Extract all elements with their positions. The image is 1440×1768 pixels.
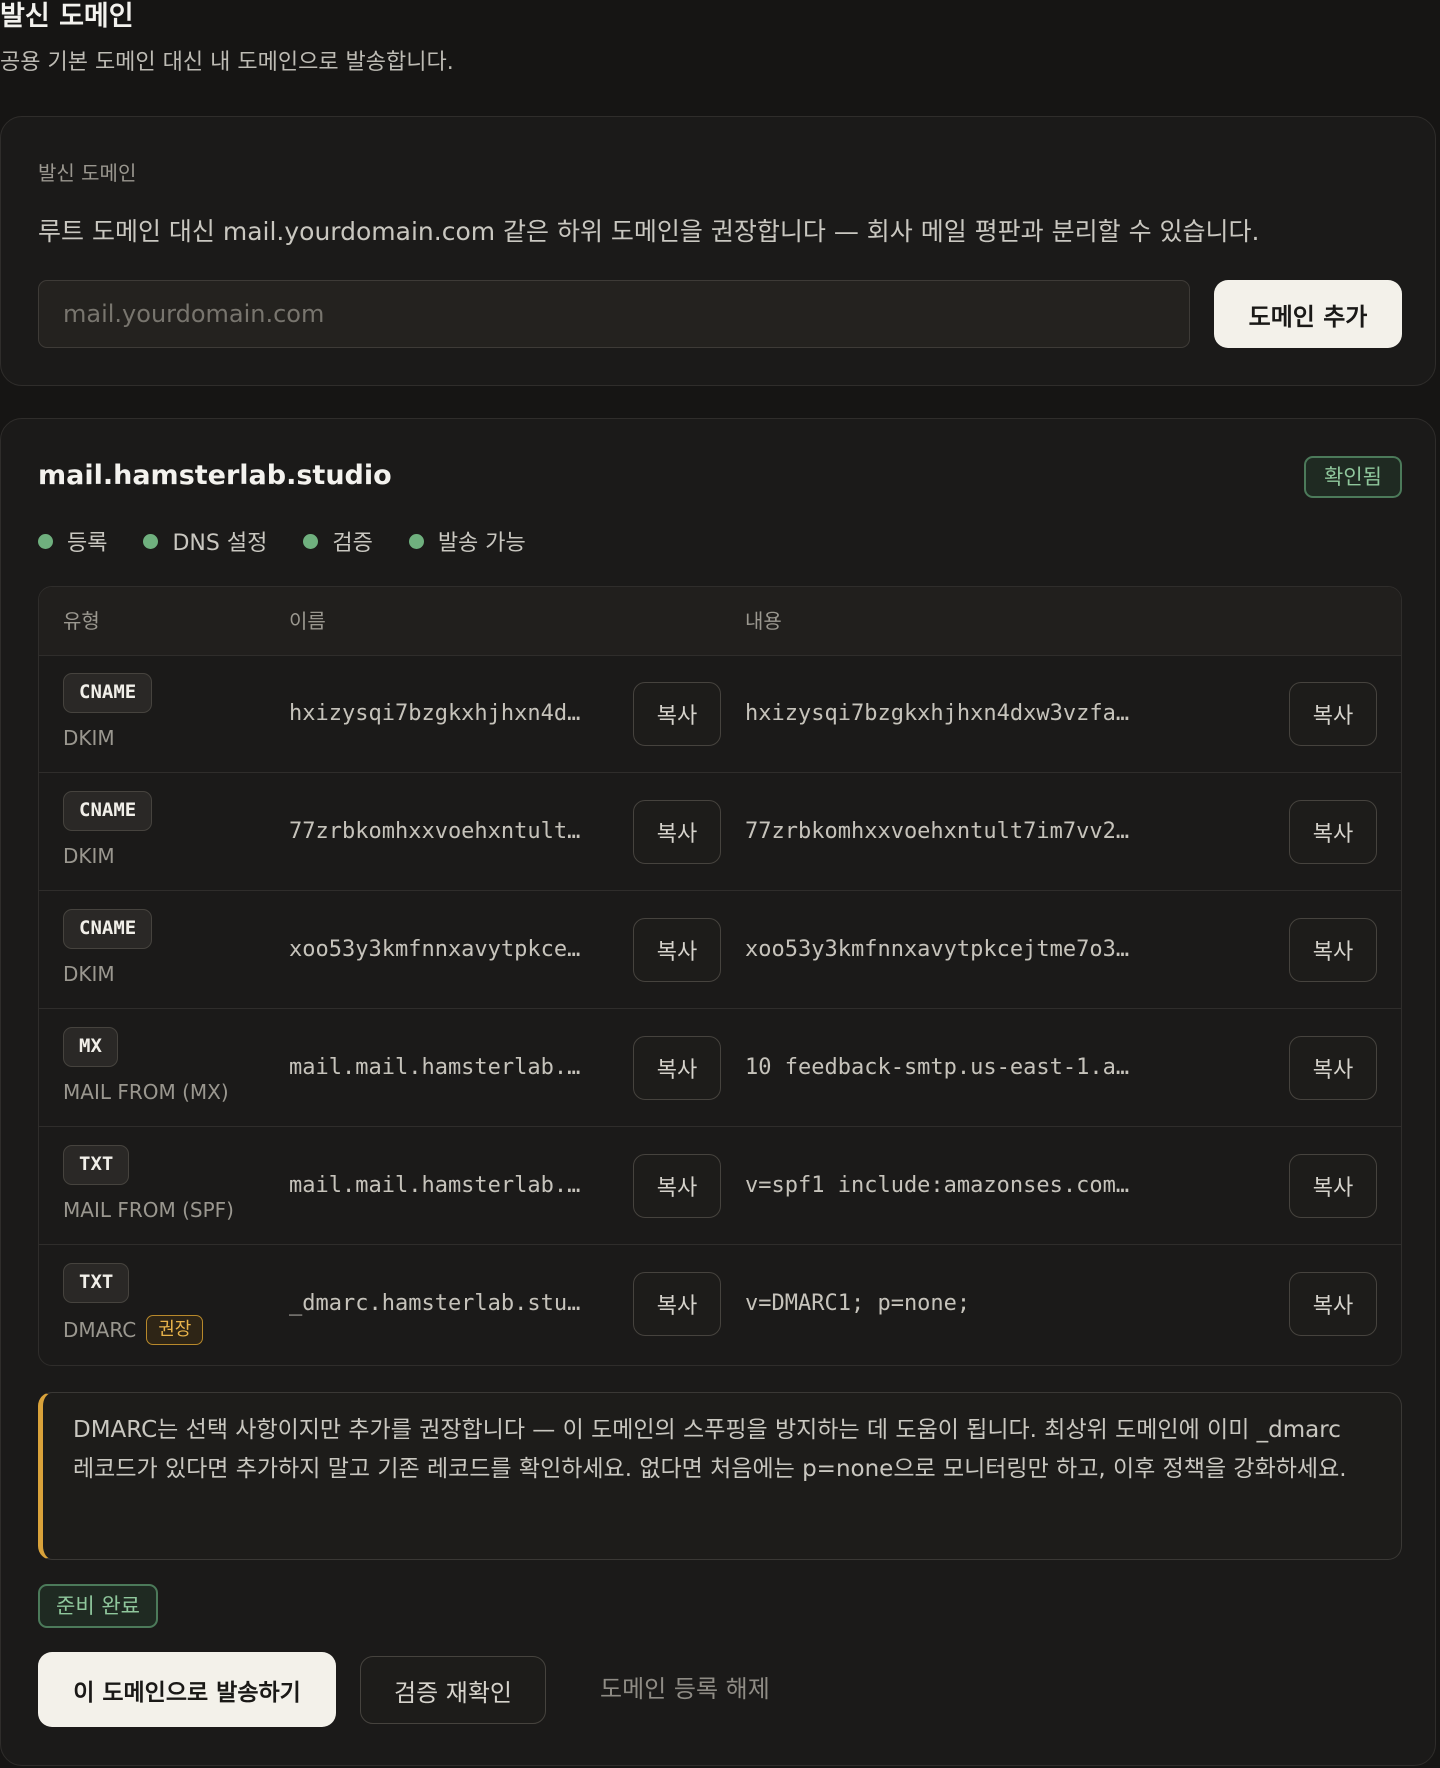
progress-steps: 등록 DNS 설정 검증 발송 가능 xyxy=(38,526,562,556)
check-dot-icon xyxy=(38,533,53,549)
copy-name-button[interactable]: 복사 xyxy=(633,1154,721,1218)
record-type: CNAME xyxy=(63,673,153,713)
domain-input[interactable] xyxy=(38,280,1190,348)
add-domain-label: 발신 도메인 xyxy=(38,161,137,185)
domain-name: mail.hamsterlab.studio xyxy=(38,460,392,491)
add-domain-button[interactable]: 도메인 추가 xyxy=(1214,280,1402,348)
record-content: v=DMARC1; p=none; xyxy=(745,1291,971,1316)
record-type: CNAME xyxy=(63,791,153,831)
record-name: xoo53y3kmfnnxavytpkce… xyxy=(289,937,581,962)
send-with-domain-button[interactable]: 이 도메인으로 발송하기 xyxy=(38,1652,336,1727)
record-purpose: DKIM xyxy=(63,725,115,751)
check-dot-icon xyxy=(408,533,424,549)
table-row: CNAME DKIM hxizysqi7bzgkxhjhxn4d… 복사 hxi… xyxy=(39,655,1401,773)
copy-name-button[interactable]: 복사 xyxy=(633,1036,721,1100)
purpose-label: MAIL FROM (MX) xyxy=(63,1080,229,1104)
purpose-label: DKIM xyxy=(63,726,115,750)
header-type: 유형 xyxy=(63,609,100,633)
copy-name-button[interactable]: 복사 xyxy=(633,682,721,746)
dmarc-notice: DMARC는 선택 사항이지만 추가를 권장합니다 — 이 도메인의 스푸핑을 … xyxy=(38,1392,1402,1560)
purpose-label: DKIM xyxy=(63,962,115,986)
record-content: hxizysqi7bzgkxhjhxn4dxw3vzfa… xyxy=(745,701,1130,726)
dns-records-table: 유형 이름 내용 CNAME DKIM hxizysqi7bzgkxhjhxn4… xyxy=(38,586,1402,1366)
check-dot-icon xyxy=(143,533,159,549)
table-row: TXT MAIL FROM (SPF) mail.mail.hamsterlab… xyxy=(39,1127,1401,1245)
purpose-label: MAIL FROM (SPF) xyxy=(63,1198,234,1222)
purpose-label: DKIM xyxy=(63,844,115,868)
step-register: 등록 xyxy=(38,525,107,557)
record-name: hxizysqi7bzgkxhjhxn4d… xyxy=(289,701,581,726)
page-subtitle: 공용 기본 도메인 대신 내 도메인으로 발송합니다. xyxy=(0,50,454,75)
step-dns: DNS 설정 xyxy=(143,525,267,557)
record-purpose: DMARC 권장 xyxy=(63,1315,204,1345)
table-row: TXT DMARC 권장 _dmarc.hamsterlab.stu… 복사 v=… xyxy=(39,1245,1401,1363)
step-verify: 검증 xyxy=(303,525,373,557)
unregister-domain-link[interactable]: 도메인 등록 해제 xyxy=(600,1672,770,1706)
purpose-label: DMARC xyxy=(63,1318,137,1342)
add-domain-hint: 루트 도메인 대신 mail.yourdomain.com 같은 하위 도메인을… xyxy=(38,217,1260,246)
step-label: 등록 xyxy=(67,531,108,556)
table-row: MX MAIL FROM (MX) mail.mail.hamsterlab.…… xyxy=(39,1009,1401,1127)
record-content: 10 feedback-smtp.us-east-1.a… xyxy=(745,1055,1130,1080)
ready-badge: 준비 완료 xyxy=(38,1584,158,1628)
table-row: CNAME DKIM xoo53y3kmfnnxavytpkce… 복사 xoo… xyxy=(39,891,1401,1009)
record-content: v=spf1 include:amazonses.com… xyxy=(745,1173,1130,1198)
step-sendable: 발송 가능 xyxy=(408,525,526,557)
table-header: 유형 이름 내용 xyxy=(39,587,1401,656)
check-dot-icon xyxy=(303,533,319,549)
recommended-badge: 권장 xyxy=(146,1315,204,1345)
record-purpose: MAIL FROM (SPF) xyxy=(63,1197,234,1223)
step-label: 발송 가능 xyxy=(437,531,526,556)
step-label: 검증 xyxy=(332,531,373,556)
verified-badge: 확인됨 xyxy=(1304,456,1402,498)
record-content: 77zrbkomhxxvoehxntult7im7vv2… xyxy=(745,819,1130,844)
copy-content-button[interactable]: 복사 xyxy=(1289,1154,1377,1218)
record-type: MX xyxy=(63,1027,118,1067)
copy-name-button[interactable]: 복사 xyxy=(633,800,721,864)
record-type: TXT xyxy=(63,1263,130,1303)
table-row: CNAME DKIM 77zrbkomhxxvoehxntult… 복사 77z… xyxy=(39,773,1401,891)
copy-content-button[interactable]: 복사 xyxy=(1289,1036,1377,1100)
record-content: xoo53y3kmfnnxavytpkcejtme7o3… xyxy=(745,937,1130,962)
record-type: CNAME xyxy=(63,909,153,949)
copy-content-button[interactable]: 복사 xyxy=(1289,800,1377,864)
copy-content-button[interactable]: 복사 xyxy=(1289,918,1377,982)
header-content: 내용 xyxy=(745,609,782,633)
record-purpose: DKIM xyxy=(63,961,115,987)
step-label: DNS 설정 xyxy=(172,531,268,556)
reverify-button[interactable]: 검증 재확인 xyxy=(360,1656,546,1724)
record-name: mail.mail.hamsterlab.… xyxy=(289,1173,581,1198)
header-name: 이름 xyxy=(289,609,326,633)
record-name: _dmarc.hamsterlab.stu… xyxy=(289,1291,581,1316)
record-purpose: DKIM xyxy=(63,843,115,869)
page-title: 발신 도메인 xyxy=(0,1,134,32)
record-type: TXT xyxy=(63,1145,130,1185)
record-purpose: MAIL FROM (MX) xyxy=(63,1079,229,1105)
copy-name-button[interactable]: 복사 xyxy=(633,918,721,982)
copy-name-button[interactable]: 복사 xyxy=(633,1272,721,1336)
record-name: 77zrbkomhxxvoehxntult… xyxy=(289,819,581,844)
copy-content-button[interactable]: 복사 xyxy=(1289,1272,1377,1336)
copy-content-button[interactable]: 복사 xyxy=(1289,682,1377,746)
record-name: mail.mail.hamsterlab.… xyxy=(289,1055,581,1080)
notice-text: DMARC는 선택 사항이지만 추가를 권장합니다 — 이 도메인의 스푸핑을 … xyxy=(73,1417,1347,1482)
